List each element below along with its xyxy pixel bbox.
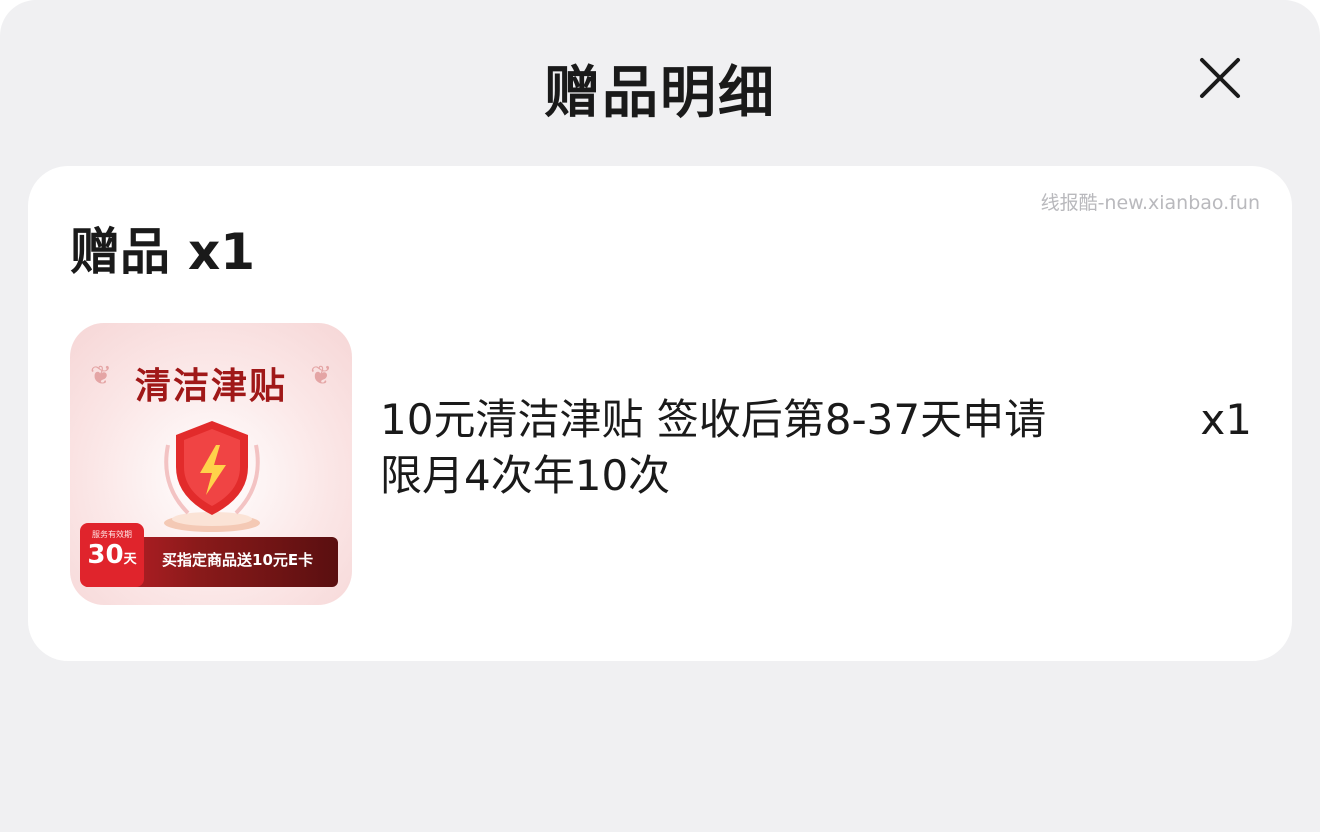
gift-item-name-line1: 10元清洁津贴 签收后第8-37天申请 [380, 395, 1047, 444]
validity-badge-label: 服务有效期 [92, 530, 132, 539]
promo-ribbon-text: 买指定商品送10元E卡 [162, 551, 314, 569]
gift-details-sheet: 赠品明细 线报酷-new.xianbao.fun 赠品x1 ❦ ❦ 清洁津贴 [0, 0, 1320, 832]
gift-card: 线报酷-new.xianbao.fun 赠品 x1 ❦ ❦ 清洁津贴 服务有效期… [28, 166, 1292, 661]
validity-badge: 服务有效期 30天 [80, 523, 144, 587]
promo-ribbon: 服务有效期 30天 买指定商品送10元E卡 [80, 523, 338, 587]
validity-badge-unit: 天 [123, 552, 137, 567]
gift-item-name-line2: 限月4次年10次 [380, 451, 671, 500]
close-button[interactable] [1194, 52, 1246, 104]
shield-lightning-icon [154, 415, 270, 535]
thumbnail-title: 清洁津贴 [134, 366, 287, 407]
section-title-label: 赠品 [70, 223, 170, 281]
gift-item-name[interactable]: 10元清洁津贴 签收后第8-37天申请 限月4次年10次 [380, 392, 1120, 504]
close-icon[interactable] [1194, 52, 1246, 104]
validity-badge-days: 30 [87, 540, 124, 570]
gift-thumbnail[interactable]: ❦ ❦ 清洁津贴 服务有效期 30天 买指定商品送10元E卡 [70, 323, 352, 605]
section-title-count: x1 [188, 223, 256, 281]
watermark: 线报酷-new.xianbao.fun [1040, 192, 1260, 214]
section-title: 赠品 x1 [70, 212, 255, 284]
gift-item-quantity: x1 [1200, 395, 1252, 444]
page-title: 赠品明细 [544, 61, 776, 126]
